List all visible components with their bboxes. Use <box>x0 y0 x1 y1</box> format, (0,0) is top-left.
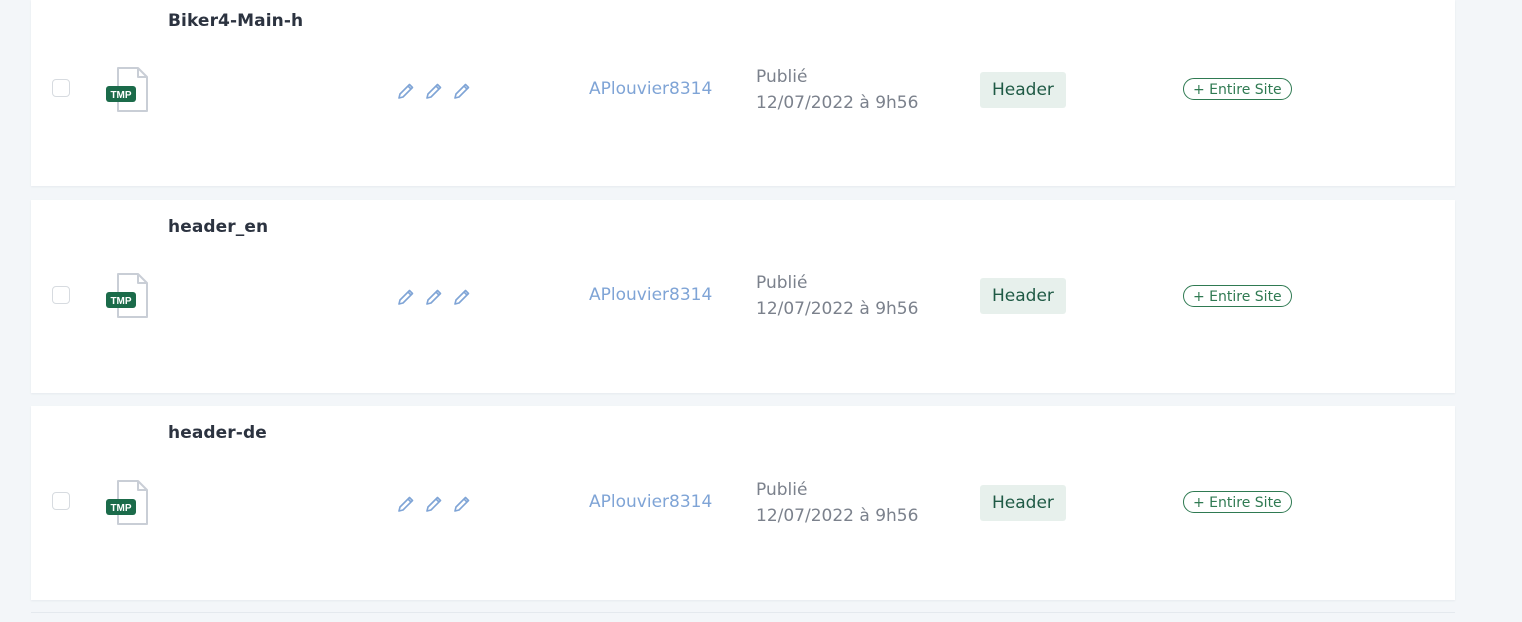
file-type-label: TMP <box>110 90 131 101</box>
tmp-file-icon: TMP <box>106 480 148 525</box>
edit-pencil-icon[interactable] <box>452 81 472 101</box>
status-date: 12/07/2022 à 9h56 <box>756 506 919 526</box>
edit-pencil-icon[interactable] <box>396 81 416 101</box>
status-date: 12/07/2022 à 9h56 <box>756 93 919 113</box>
edit-pencil-icon[interactable] <box>396 287 416 307</box>
template-row: TMP header-de APlouvier8314 Publié 12/07… <box>31 406 1455 600</box>
status-label: Publié <box>756 273 808 293</box>
list-divider <box>31 612 1455 613</box>
template-title[interactable]: Biker4-Main-h <box>168 11 303 31</box>
edit-pencil-icon[interactable] <box>424 81 444 101</box>
publish-status: Publié 12/07/2022 à 9h56 <box>756 477 918 529</box>
status-label: Publié <box>756 480 808 500</box>
row-checkbox[interactable] <box>52 286 70 304</box>
author-link[interactable]: APlouvier8314 <box>589 79 712 99</box>
status-date: 12/07/2022 à 9h56 <box>756 299 919 319</box>
row-checkbox[interactable] <box>52 79 70 97</box>
row-checkbox[interactable] <box>52 492 70 510</box>
edit-pencil-icon[interactable] <box>452 287 472 307</box>
template-row: TMP header_en APlouvier8314 Publié 12/07… <box>31 200 1455 393</box>
scope-pill[interactable]: + Entire Site <box>1183 491 1292 513</box>
edit-pencil-icon[interactable] <box>424 287 444 307</box>
tmp-file-icon: TMP <box>106 67 148 112</box>
template-title[interactable]: header_en <box>168 217 268 237</box>
edit-actions <box>396 81 472 101</box>
type-badge: Header <box>980 485 1066 521</box>
type-badge: Header <box>980 72 1066 108</box>
scope-pill[interactable]: + Entire Site <box>1183 78 1292 100</box>
template-title[interactable]: header-de <box>168 423 267 443</box>
scope-pill[interactable]: + Entire Site <box>1183 285 1292 307</box>
file-type-label: TMP <box>110 503 131 514</box>
type-badge: Header <box>980 278 1066 314</box>
edit-pencil-icon[interactable] <box>424 494 444 514</box>
edit-actions <box>396 494 472 514</box>
tmp-file-icon: TMP <box>106 273 148 318</box>
edit-pencil-icon[interactable] <box>396 494 416 514</box>
status-label: Publié <box>756 67 808 87</box>
template-row: TMP Biker4-Main-h APlouvier8314 Publié 1… <box>31 0 1455 186</box>
author-link[interactable]: APlouvier8314 <box>589 492 712 512</box>
edit-pencil-icon[interactable] <box>452 494 472 514</box>
edit-actions <box>396 287 472 307</box>
file-type-label: TMP <box>110 296 131 307</box>
author-link[interactable]: APlouvier8314 <box>589 285 712 305</box>
publish-status: Publié 12/07/2022 à 9h56 <box>756 270 918 322</box>
publish-status: Publié 12/07/2022 à 9h56 <box>756 64 918 116</box>
